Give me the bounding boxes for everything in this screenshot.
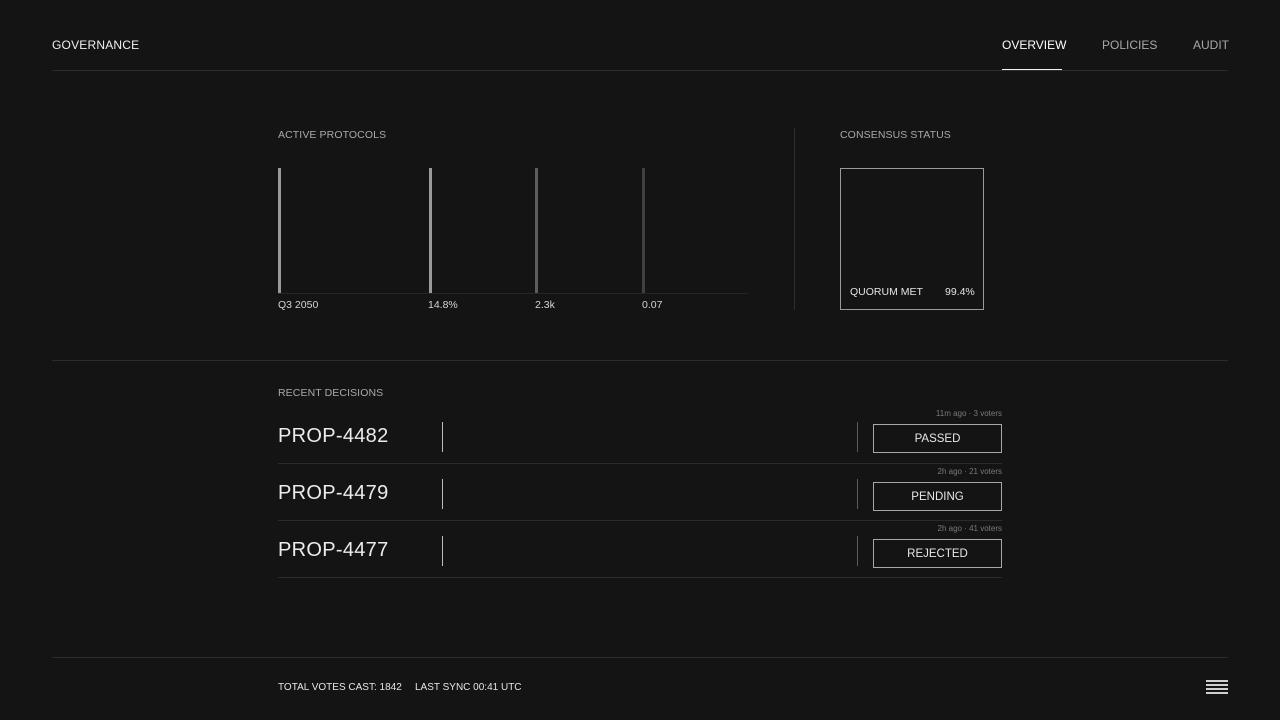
protocol-bar-2 bbox=[429, 168, 432, 293]
decision-id[interactable]: PROP-4477 bbox=[278, 539, 389, 562]
section-divider-horizontal bbox=[52, 360, 1228, 361]
active-protocols-heading: ACTIVE PROTOCOLS bbox=[278, 129, 387, 141]
footer-divider bbox=[52, 657, 1228, 658]
status-badge-rejected[interactable]: REJECTED bbox=[873, 539, 1002, 568]
protocol-value-1: Q3 2050 bbox=[278, 299, 319, 311]
tab-overview[interactable]: OVERVIEW bbox=[1002, 38, 1066, 52]
consensus-status-heading: CONSENSUS STATUS bbox=[840, 129, 951, 141]
protocols-baseline bbox=[278, 293, 748, 294]
protocol-bar-1 bbox=[278, 168, 281, 293]
protocol-value-2: 14.8% bbox=[428, 299, 458, 311]
decision-meta: 11m ago · 3 voters bbox=[935, 409, 1002, 418]
row-marker bbox=[857, 536, 858, 566]
recent-decisions-heading: RECENT DECISIONS bbox=[278, 387, 384, 399]
protocol-bar-3 bbox=[535, 168, 538, 293]
decision-id[interactable]: PROP-4482 bbox=[278, 425, 389, 448]
row-marker bbox=[442, 422, 443, 452]
app-title: GOVERNANCE bbox=[52, 38, 140, 52]
decision-id[interactable]: PROP-4479 bbox=[278, 482, 389, 505]
tab-policies[interactable]: POLICIES bbox=[1102, 38, 1157, 52]
decision-meta: 2h ago · 41 voters bbox=[937, 524, 1002, 533]
header-divider bbox=[52, 70, 1228, 71]
total-votes-cast: TOTAL VOTES CAST: 1842 bbox=[278, 682, 402, 693]
last-sync-time: LAST SYNC 00:41 UTC bbox=[415, 682, 522, 693]
row-marker bbox=[857, 422, 858, 452]
row-divider bbox=[278, 463, 1002, 464]
tab-audit[interactable]: AUDIT bbox=[1193, 38, 1229, 52]
quorum-percentage: 99.4% bbox=[945, 286, 975, 298]
row-divider bbox=[278, 520, 1002, 521]
protocol-value-3: 2.3k bbox=[535, 299, 555, 311]
row-marker bbox=[442, 536, 443, 566]
status-badge-pending[interactable]: PENDING bbox=[873, 482, 1002, 511]
row-marker bbox=[857, 479, 858, 509]
row-divider bbox=[278, 577, 1002, 578]
protocol-bar-4 bbox=[642, 168, 645, 293]
quorum-status: QUORUM MET bbox=[850, 286, 923, 298]
section-divider bbox=[794, 128, 795, 310]
status-badge-passed[interactable]: PASSED bbox=[873, 424, 1002, 453]
row-marker bbox=[442, 479, 443, 509]
protocol-value-4: 0.07 bbox=[642, 299, 663, 311]
decision-meta: 2h ago · 21 voters bbox=[937, 467, 1002, 476]
menu-icon[interactable] bbox=[1206, 680, 1228, 694]
